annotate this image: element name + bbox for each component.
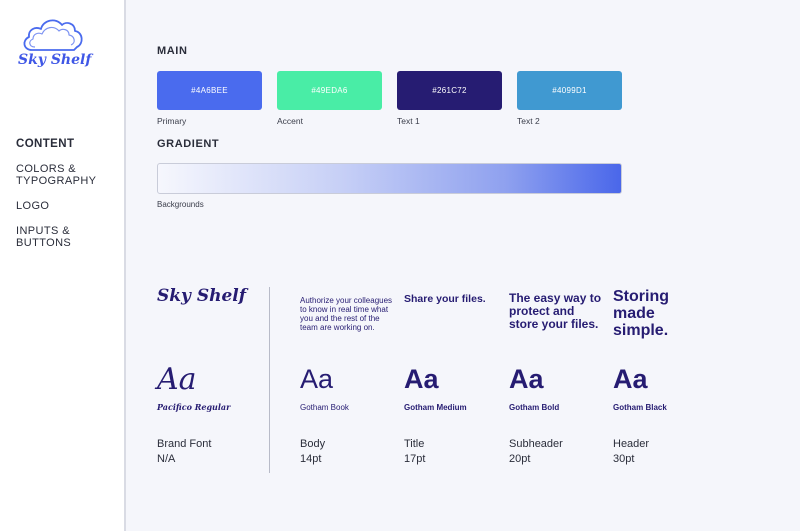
header-meta: Header 30pt <box>613 437 649 467</box>
brand-font-name: Pacifico Regular <box>157 402 231 412</box>
header-font-name: Gotham Black <box>613 403 667 412</box>
swatch-label-text-1: Text 1 <box>397 116 420 126</box>
title-size: 17pt <box>404 453 426 465</box>
brand-font-role: Brand Font <box>157 438 212 450</box>
sidebar-nav: CONTENT COLORS & TYPOGRAPHY LOGO INPUTS … <box>16 138 120 262</box>
swatch-accent: #49EDA6 <box>277 71 382 110</box>
subheader-sample-text: The easy way to protect and store your f… <box>509 291 602 331</box>
typography-divider <box>269 287 270 473</box>
body-meta: Body 14pt <box>300 437 325 467</box>
brand-logo-sample: Sky Shelf <box>157 286 247 306</box>
brand-font-sample: Aa <box>157 362 197 397</box>
gradient-label: Backgrounds <box>157 200 204 209</box>
brand-logo[interactable]: Sky Shelf <box>16 14 96 76</box>
sidebar-item-colors-typography[interactable]: COLORS & TYPOGRAPHY <box>16 163 120 187</box>
subheader-role: Subheader <box>509 438 563 450</box>
subheader-font-name: Gotham Bold <box>509 403 560 412</box>
gradient-heading: GRADIENT <box>157 138 220 150</box>
sidebar-item-content[interactable]: CONTENT <box>16 138 120 150</box>
logo-text: Sky Shelf <box>18 52 92 68</box>
gradient-bar <box>157 163 622 194</box>
main-content: MAIN #4A6BEE #49EDA6 #261C72 #4099D1 Pri… <box>126 0 800 531</box>
brand-font-meta: Brand Font N/A <box>157 437 211 467</box>
subheader-size: 20pt <box>509 453 531 465</box>
body-role: Body <box>300 438 326 450</box>
brand-font-size: N/A <box>157 453 176 465</box>
header-size: 30pt <box>613 453 635 465</box>
body-font-name: Gotham Book <box>300 403 349 412</box>
title-meta: Title 17pt <box>404 437 425 467</box>
sidebar-item-inputs-buttons[interactable]: INPUTS & BUTTONS <box>16 225 120 249</box>
title-role: Title <box>404 438 425 450</box>
swatch-text-2: #4099D1 <box>517 71 622 110</box>
title-font-sample: Aa <box>404 364 439 394</box>
body-size: 14pt <box>300 453 322 465</box>
sidebar-item-logo[interactable]: LOGO <box>16 200 120 212</box>
swatch-text-1: #261C72 <box>397 71 502 110</box>
swatch-label-accent: Accent <box>277 116 303 126</box>
header-sample-text: Storing made simple. <box>613 288 669 339</box>
title-font-name: Gotham Medium <box>404 403 467 412</box>
swatch-label-text-2: Text 2 <box>517 116 540 126</box>
body-font-sample: Aa <box>300 364 334 394</box>
swatch-primary: #4A6BEE <box>157 71 262 110</box>
swatch-label-primary: Primary <box>157 116 187 126</box>
header-role: Header <box>613 438 650 450</box>
title-sample-text: Share your files. <box>404 293 486 305</box>
body-sample-text: Authorize your colleagues to know in rea… <box>300 296 393 332</box>
subheader-meta: Subheader 20pt <box>509 437 563 467</box>
subheader-font-sample: Aa <box>509 364 544 394</box>
cloud-icon <box>23 19 83 51</box>
sidebar: Sky Shelf CONTENT COLORS & TYPOGRAPHY LO… <box>0 0 126 531</box>
main-colors-heading: MAIN <box>157 45 188 57</box>
header-font-sample: Aa <box>613 364 648 394</box>
